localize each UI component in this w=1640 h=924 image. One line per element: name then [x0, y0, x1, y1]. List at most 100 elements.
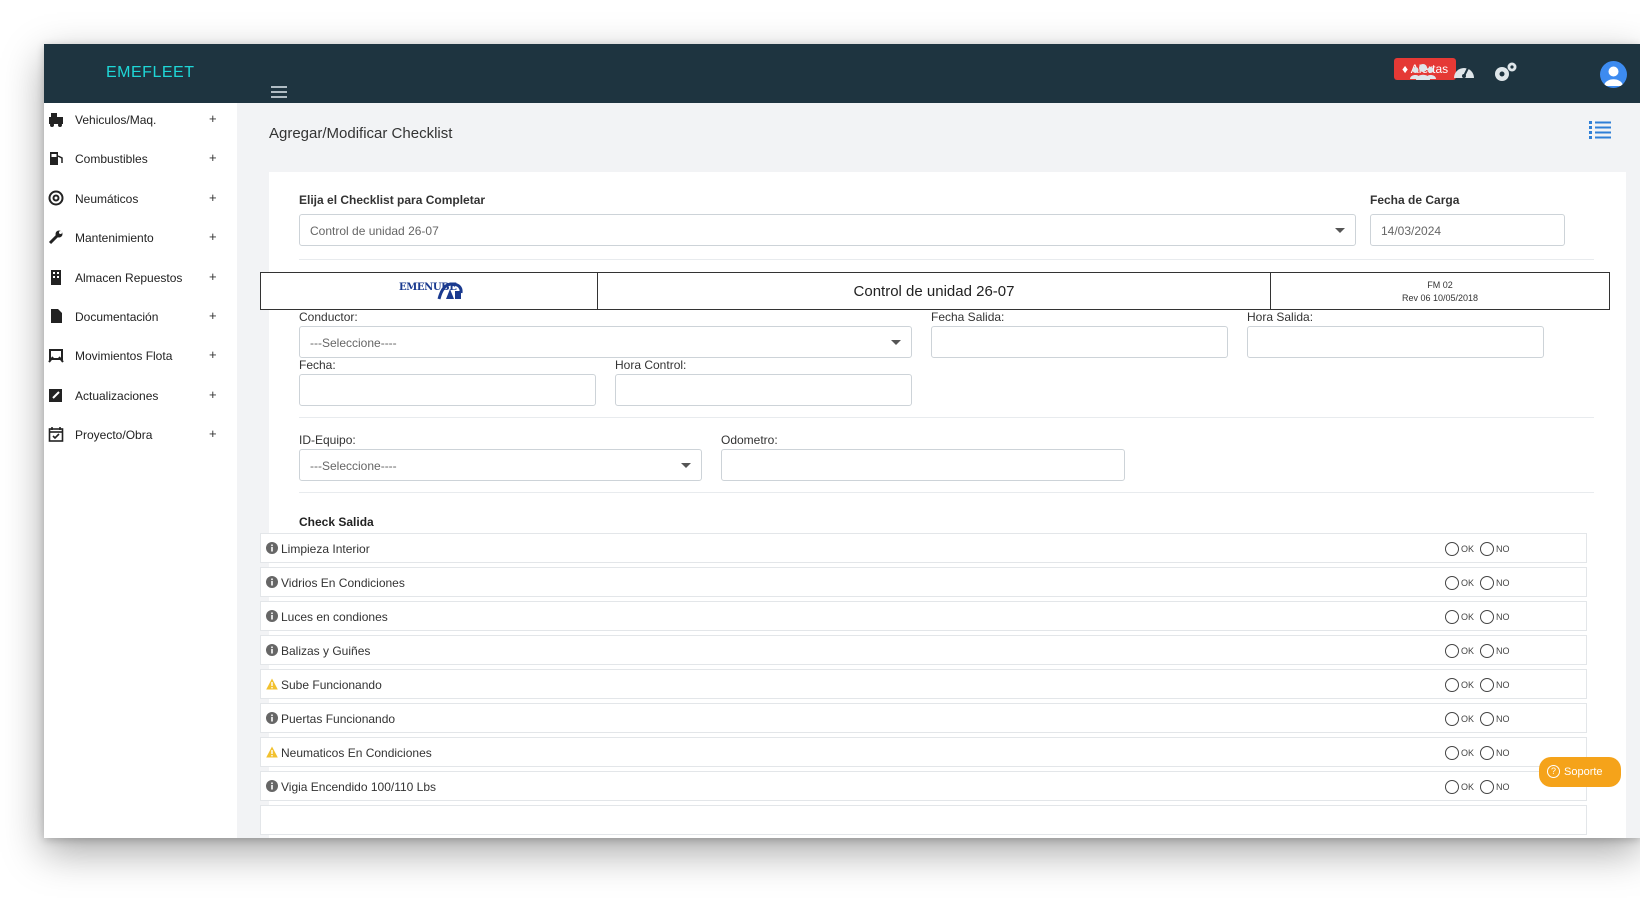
- no-radio[interactable]: [1480, 712, 1494, 726]
- info-icon[interactable]: [266, 542, 278, 554]
- sidebar-item-actualizaciones[interactable]: Actualizaciones +: [44, 381, 237, 411]
- chevron-down-icon: [681, 463, 691, 468]
- no-radio[interactable]: [1480, 644, 1494, 658]
- user-avatar-icon[interactable]: [1600, 61, 1627, 88]
- checklist-select-value: Control de unidad 26-07: [310, 224, 439, 238]
- conductor-label: Conductor:: [299, 310, 358, 324]
- ok-label: OK: [1461, 544, 1475, 554]
- sidebar-item-label: Movimientos Flota: [75, 349, 173, 363]
- info-icon[interactable]: [266, 644, 278, 656]
- fecha-salida-field[interactable]: [931, 326, 1228, 358]
- ok-radio[interactable]: [1445, 610, 1459, 624]
- document-code-cell: FM 02 Rev 06 10/05/2018: [1271, 273, 1609, 309]
- checklist-select[interactable]: Control de unidad 26-07: [299, 214, 1356, 246]
- info-icon[interactable]: [266, 780, 278, 792]
- ok-radio[interactable]: [1445, 542, 1459, 556]
- no-label: NO: [1496, 782, 1510, 792]
- check-item-label: Limpieza Interior: [281, 542, 370, 556]
- app-window: EMEFLEET ♦ Alertas Vehiculos/Ma: [44, 44, 1640, 838]
- list-icon[interactable]: [1589, 120, 1611, 140]
- settings-gears-icon[interactable]: [1492, 60, 1518, 84]
- id-equipo-select-value: ---Seleccione----: [310, 459, 397, 473]
- expand-icon[interactable]: +: [209, 347, 217, 362]
- document-title-cell: Control de unidad 26-07: [598, 273, 1271, 309]
- sidebar-item-documentacion[interactable]: Documentación +: [44, 302, 237, 332]
- ok-radio[interactable]: [1445, 678, 1459, 692]
- conductor-select[interactable]: ---Seleccione----: [299, 326, 912, 358]
- fuel-pump-icon: [50, 152, 63, 165]
- odometro-field[interactable]: [721, 449, 1125, 481]
- sidebar-item-movimientos[interactable]: Movimientos Flota +: [44, 341, 237, 371]
- no-label: NO: [1496, 714, 1510, 724]
- ok-label: OK: [1461, 578, 1475, 588]
- fecha-field[interactable]: [299, 374, 596, 406]
- check-salida-title: Check Salida: [299, 515, 374, 529]
- expand-icon[interactable]: +: [209, 308, 217, 323]
- no-radio[interactable]: [1480, 576, 1494, 590]
- ok-radio[interactable]: [1445, 780, 1459, 794]
- no-label: NO: [1496, 578, 1510, 588]
- sidebar-item-neumaticos[interactable]: Neumáticos +: [44, 184, 237, 214]
- fecha-carga-value: 14/03/2024: [1381, 224, 1442, 238]
- calendar-check-icon: [48, 427, 64, 442]
- chevron-down-icon: [1335, 228, 1345, 233]
- expand-icon[interactable]: +: [209, 269, 217, 284]
- no-label: NO: [1496, 544, 1510, 554]
- users-icon[interactable]: [1410, 60, 1436, 84]
- ok-radio[interactable]: [1445, 644, 1459, 658]
- divider: [299, 417, 1594, 418]
- expand-icon[interactable]: +: [209, 150, 217, 165]
- check-item-label: Puertas Funcionando: [281, 712, 396, 726]
- no-radio[interactable]: [1480, 746, 1494, 760]
- brand-logo[interactable]: EMEFLEET: [106, 64, 194, 82]
- tire-icon: [48, 190, 64, 206]
- expand-icon[interactable]: +: [209, 190, 217, 205]
- sidebar-item-almacen[interactable]: Almacen Repuestos +: [44, 263, 237, 293]
- expand-icon[interactable]: +: [209, 229, 217, 244]
- sidebar-item-vehiculos[interactable]: Vehiculos/Maq. +: [44, 105, 237, 135]
- ok-radio[interactable]: [1445, 746, 1459, 760]
- sidebar-item-label: Almacen Repuestos: [75, 271, 183, 285]
- info-icon[interactable]: [266, 576, 278, 588]
- info-icon[interactable]: [266, 712, 278, 724]
- help-icon: ?: [1547, 765, 1560, 778]
- document-code: FM 02 Rev 06 10/05/2018: [1271, 279, 1609, 305]
- document-code-line2: Rev 06 10/05/2018: [1401, 293, 1479, 303]
- wrench-icon: [48, 230, 63, 245]
- no-radio[interactable]: [1480, 678, 1494, 692]
- page-title: Agregar/Modificar Checklist: [269, 125, 453, 142]
- no-label: NO: [1496, 680, 1510, 690]
- id-equipo-select[interactable]: ---Seleccione----: [299, 449, 702, 481]
- check-row: Balizas y Guiñes OK NO: [260, 635, 1587, 665]
- hora-salida-field[interactable]: [1247, 326, 1544, 358]
- check-row: Neumaticos En Condiciones OK NO: [260, 737, 1587, 767]
- warehouse-icon: [51, 270, 61, 285]
- conductor-select-value: ---Seleccione----: [310, 336, 397, 350]
- sidebar-item-mantenimiento[interactable]: Mantenimiento +: [44, 223, 237, 253]
- ok-label: OK: [1461, 680, 1475, 690]
- ok-radio[interactable]: [1445, 712, 1459, 726]
- no-radio[interactable]: [1480, 610, 1494, 624]
- expand-icon[interactable]: +: [209, 387, 217, 402]
- dashboard-gauge-icon[interactable]: [1451, 60, 1477, 84]
- menu-toggle-icon[interactable]: [271, 86, 287, 98]
- sidebar-item-proyecto[interactable]: Proyecto/Obra +: [44, 420, 237, 450]
- support-button[interactable]: ? Soporte: [1539, 757, 1621, 787]
- checklist-select-label: Elija el Checklist para Completar: [299, 193, 486, 207]
- ok-radio[interactable]: [1445, 576, 1459, 590]
- fecha-carga-field[interactable]: 14/03/2024: [1370, 214, 1565, 246]
- check-item-label: Vidrios En Condiciones: [281, 576, 405, 590]
- no-radio[interactable]: [1480, 780, 1494, 794]
- info-icon[interactable]: [266, 610, 278, 622]
- sidebar-item-combustibles[interactable]: Combustibles +: [44, 144, 237, 174]
- expand-icon[interactable]: +: [209, 111, 217, 126]
- document-code-line1: FM 02: [1427, 280, 1453, 290]
- no-radio[interactable]: [1480, 542, 1494, 556]
- warning-icon[interactable]: [266, 678, 278, 690]
- hora-control-field[interactable]: [615, 374, 912, 406]
- id-equipo-label: ID-Equipo:: [299, 433, 356, 447]
- sidebar-item-label: Vehiculos/Maq.: [75, 113, 157, 127]
- expand-icon[interactable]: +: [209, 426, 217, 441]
- check-item-label: Luces en condiones: [281, 610, 388, 624]
- warning-icon[interactable]: [266, 746, 278, 758]
